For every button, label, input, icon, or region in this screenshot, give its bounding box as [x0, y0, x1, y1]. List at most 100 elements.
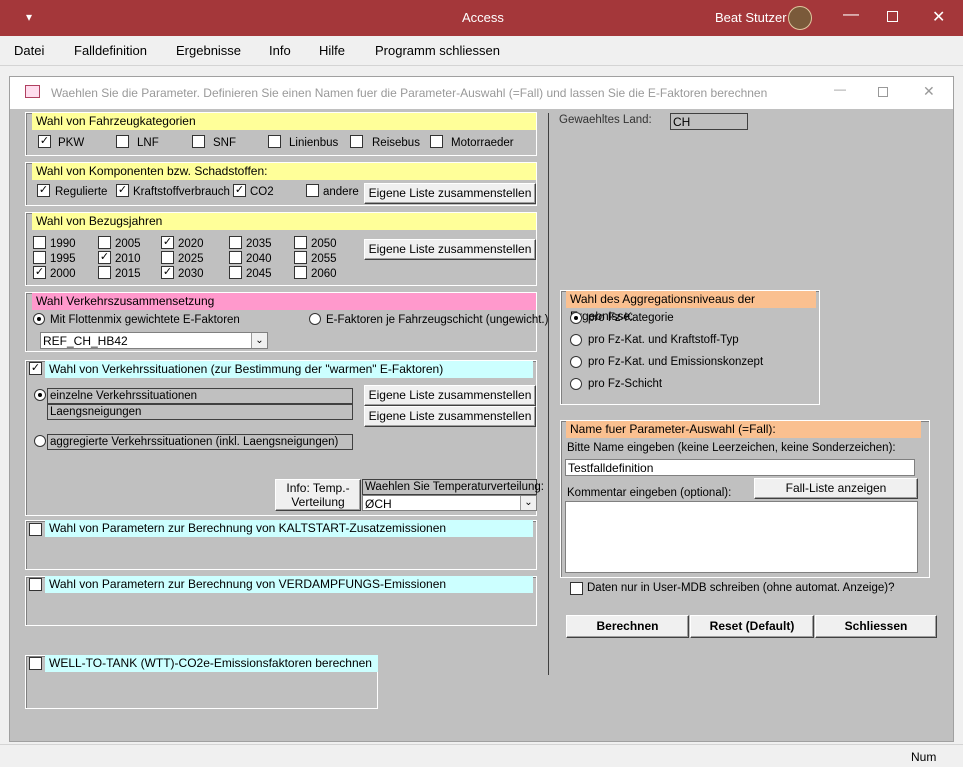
checkbox-year-2045[interactable]: [229, 266, 242, 279]
label-lnf: LNF: [137, 137, 159, 149]
checkbox-andere[interactable]: [306, 184, 319, 197]
checkbox-year-2015[interactable]: [98, 266, 111, 279]
title-bar: ▾ Access Beat Stutzer — ✕: [0, 0, 963, 36]
label-year-2005: 2005: [115, 238, 141, 250]
checkbox-reisebus[interactable]: [350, 135, 363, 148]
checkbox-pkw[interactable]: ✓: [38, 135, 51, 148]
name-header: Name fuer Parameter-Auswahl (=Fall):: [566, 421, 921, 438]
situations-list-button-1[interactable]: Eigene Liste zusammenstellen: [364, 385, 536, 406]
menu-programm-schliessen[interactable]: Programm schliessen: [375, 43, 500, 58]
checkbox-year-2000[interactable]: ✓: [33, 266, 46, 279]
traffic-dropdown-value: REF_CH_HB42: [43, 334, 128, 348]
form-minimize-icon[interactable]: —: [834, 82, 846, 96]
checkbox-year-1990[interactable]: [33, 236, 46, 249]
label-motorraeder: Motorraeder: [451, 137, 514, 149]
checkbox-co2[interactable]: ✓: [233, 184, 246, 197]
user-name[interactable]: Beat Stutzer: [715, 10, 787, 25]
temp-dropdown[interactable]: ØCH ⌄: [362, 495, 537, 511]
years-list-button[interactable]: Eigene Liste zusammenstellen: [364, 239, 536, 260]
reset-button[interactable]: Reset (Default): [690, 615, 814, 638]
comment-textarea[interactable]: [565, 501, 918, 573]
menu-bar: Datei Falldefinition Ergebnisse Info Hil…: [0, 36, 963, 66]
checkbox-lnf[interactable]: [116, 135, 129, 148]
quick-access-icon[interactable]: ▾: [26, 10, 32, 24]
years-header: Wahl von Bezugsjahren: [32, 213, 536, 230]
checkbox-year-2055[interactable]: [294, 251, 307, 264]
checkbox-kraftstoffverbrauch[interactable]: ✓: [116, 184, 129, 197]
chevron-down-icon[interactable]: ⌄: [520, 496, 536, 510]
checkbox-year-2005[interactable]: [98, 236, 111, 249]
checkbox-usermdb[interactable]: [570, 582, 583, 595]
radio-agg-schicht[interactable]: [570, 378, 582, 390]
menu-info[interactable]: Info: [269, 43, 291, 58]
form-close-icon[interactable]: ✕: [923, 83, 935, 100]
fall-list-button[interactable]: Fall-Liste anzeigen: [754, 478, 918, 499]
menu-ergebnisse[interactable]: Ergebnisse: [176, 43, 241, 58]
checkbox-year-2050[interactable]: [294, 236, 307, 249]
checkbox-motorraeder[interactable]: [430, 135, 443, 148]
menu-falldefinition[interactable]: Falldefinition: [74, 43, 147, 58]
label-regulierte: Regulierte: [55, 186, 108, 198]
checkbox-year-2025[interactable]: [161, 251, 174, 264]
minimize-icon[interactable]: —: [843, 6, 859, 24]
situations-header: Wahl von Verkehrssituationen (zur Bestim…: [45, 361, 533, 378]
checkbox-year-2060[interactable]: [294, 266, 307, 279]
checkbox-situations[interactable]: ✓: [29, 362, 42, 375]
label-snf: SNF: [213, 137, 236, 149]
radio-agg-kraftstoff[interactable]: [570, 334, 582, 346]
close-icon[interactable]: ✕: [932, 7, 945, 27]
compute-button[interactable]: Berechnen: [566, 615, 689, 638]
radio-flottenmix[interactable]: [33, 313, 45, 325]
checkbox-year-2035[interactable]: [229, 236, 242, 249]
label-year-2055: 2055: [311, 253, 337, 265]
menu-datei[interactable]: Datei: [14, 43, 44, 58]
checkbox-year-2010[interactable]: ✓: [98, 251, 111, 264]
chevron-down-icon[interactable]: ⌄: [251, 333, 267, 348]
radio-agg-kategorie[interactable]: [570, 312, 582, 324]
label-year-2020: 2020: [178, 238, 204, 250]
label-year-2015: 2015: [115, 268, 141, 280]
checkbox-evap[interactable]: [29, 578, 42, 591]
checkbox-wtt[interactable]: [29, 657, 42, 670]
checkbox-linienbus[interactable]: [268, 135, 281, 148]
checkbox-snf[interactable]: [192, 135, 205, 148]
checkbox-year-2040[interactable]: [229, 251, 242, 264]
components-list-button[interactable]: Eigene Liste zusammenstellen: [364, 183, 536, 204]
status-num: Num: [911, 750, 937, 764]
wtt-header: WELL-TO-TANK (WTT)-CO2e-Emissionsfaktore…: [45, 655, 378, 672]
temp-dropdown-value: ØCH: [365, 497, 392, 511]
checkbox-year-2030[interactable]: ✓: [161, 266, 174, 279]
radio-agg-emissionskonzept[interactable]: [570, 356, 582, 368]
label-laengsneigungen: Laengsneigungen: [47, 404, 353, 420]
form-title: Waehlen Sie die Parameter. Definieren Si…: [51, 86, 768, 100]
avatar[interactable]: [788, 6, 812, 30]
checkbox-year-2020[interactable]: ✓: [161, 236, 174, 249]
checkbox-regulierte[interactable]: ✓: [37, 184, 50, 197]
radio-fahrzeugschicht[interactable]: [309, 313, 321, 325]
form-icon: [25, 85, 40, 98]
checkbox-coldstart[interactable]: [29, 523, 42, 536]
label-year-2000: 2000: [50, 268, 76, 280]
evap-header: Wahl von Parametern zur Berechnung von V…: [45, 576, 533, 593]
traffic-dropdown[interactable]: REF_CH_HB42 ⌄: [40, 332, 268, 349]
form-maximize-icon[interactable]: [878, 87, 888, 97]
coldstart-header: Wahl von Parametern zur Berechnung von K…: [45, 520, 533, 537]
radio-aggregierte[interactable]: [34, 435, 46, 447]
status-bar: Num: [0, 744, 963, 767]
maximize-icon[interactable]: [887, 11, 898, 22]
comment-label: Kommentar eingeben (optional):: [567, 487, 732, 499]
label-agg-kraftstoff: pro Fz-Kat. und Kraftstoff-Typ: [588, 334, 739, 346]
situations-list-button-2[interactable]: Eigene Liste zusammenstellen: [364, 406, 536, 427]
name-input[interactable]: Testfalldefinition: [565, 459, 915, 476]
temp-label: Waehlen Sie Temperaturverteilung:: [362, 479, 544, 495]
close-button[interactable]: Schliessen: [815, 615, 937, 638]
label-aggregierte: aggregierte Verkehrssituationen (inkl. L…: [47, 434, 353, 450]
checkbox-year-1995[interactable]: [33, 251, 46, 264]
menu-hilfe[interactable]: Hilfe: [319, 43, 345, 58]
label-andere: andere: [323, 186, 359, 198]
info-temp-button[interactable]: Info: Temp.-Verteilung: [275, 479, 361, 511]
components-header: Wahl von Komponenten bzw. Schadstoffen:: [32, 163, 536, 180]
radio-einzelne[interactable]: [34, 389, 46, 401]
label-year-2050: 2050: [311, 238, 337, 250]
label-year-2040: 2040: [246, 253, 272, 265]
